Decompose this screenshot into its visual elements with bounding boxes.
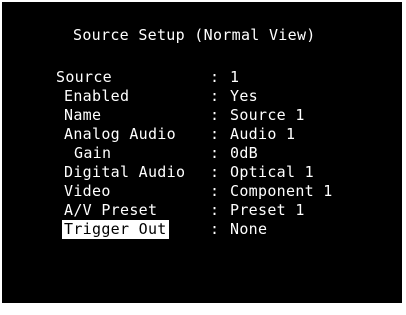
setting-row-digital-audio[interactable]: Digital Audio : Optical 1: [56, 163, 314, 182]
separator: :: [210, 144, 220, 162]
setting-value: Preset 1: [230, 201, 305, 219]
setting-value: Optical 1: [230, 163, 314, 181]
menu-title: Source Setup (Normal View): [73, 26, 316, 44]
settings-list: Source : 1 Enabled : Yes Name : Source 1…: [56, 68, 332, 239]
setting-row-analog-audio[interactable]: Analog Audio : Audio 1: [56, 125, 295, 144]
separator: :: [210, 163, 220, 181]
setting-label: Video: [64, 182, 111, 200]
setting-value: None: [230, 220, 268, 238]
separator: :: [210, 106, 220, 124]
setting-label: Analog Audio: [64, 125, 176, 143]
setting-value: Audio 1: [230, 125, 296, 143]
setting-value: 0dB: [230, 144, 258, 162]
setting-label: Name: [64, 106, 102, 124]
setting-label: Digital Audio: [64, 163, 186, 181]
setting-label-selected: Trigger Out: [62, 220, 169, 239]
setting-label: Source: [56, 68, 112, 86]
setting-value: Source 1: [230, 106, 305, 124]
separator: :: [210, 87, 220, 105]
separator: :: [210, 68, 220, 86]
setting-label: Gain: [74, 144, 112, 162]
setting-row-enabled[interactable]: Enabled : Yes: [56, 87, 258, 106]
separator: :: [210, 125, 220, 143]
setting-row-trigger-out[interactable]: Trigger Out : None: [56, 220, 267, 239]
setting-value: Component 1: [230, 182, 333, 200]
setting-row-source[interactable]: Source : 1: [56, 68, 239, 87]
setting-label: A/V Preset: [64, 201, 158, 219]
setting-row-name[interactable]: Name : Source 1: [56, 106, 304, 125]
setting-row-video[interactable]: Video : Component 1: [56, 182, 332, 201]
separator: :: [210, 201, 220, 219]
osd-screen: Source Setup (Normal View) Source : 1 En…: [2, 2, 402, 303]
setting-label: Enabled: [64, 87, 130, 105]
setting-value: 1: [230, 68, 240, 86]
separator: :: [210, 182, 220, 200]
setting-row-av-preset[interactable]: A/V Preset : Preset 1: [56, 201, 304, 220]
setting-value: Yes: [230, 87, 258, 105]
setting-row-gain[interactable]: Gain : 0dB: [56, 144, 258, 163]
separator: :: [210, 220, 220, 238]
